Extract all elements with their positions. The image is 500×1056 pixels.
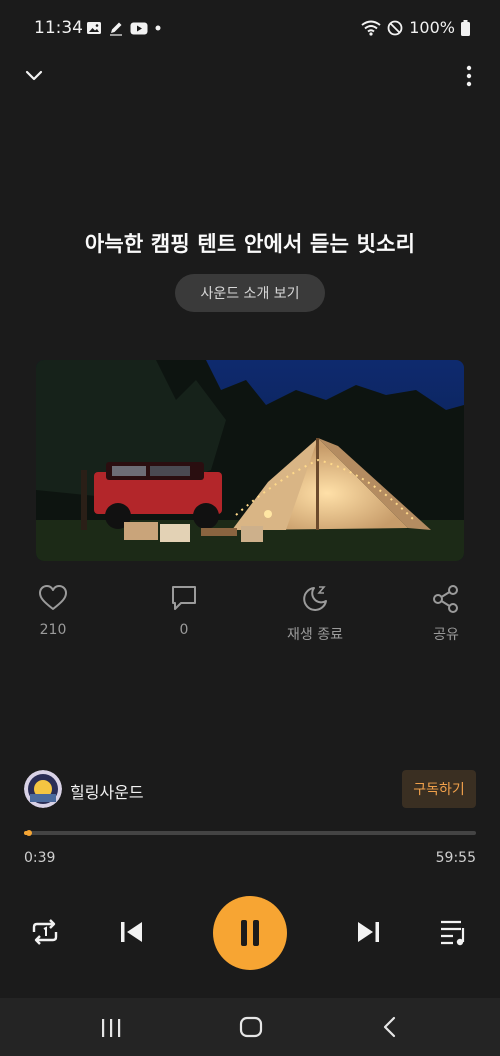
back-icon[interactable] (382, 1016, 398, 1038)
sound-intro-button[interactable]: 사운드 소개 보기 (175, 274, 325, 312)
home-icon[interactable] (239, 1016, 263, 1038)
system-nav-bar (0, 998, 500, 1056)
comment-count: 0 (179, 622, 189, 638)
youtube-icon (130, 22, 148, 34)
pause-button[interactable] (213, 896, 287, 970)
wifi-icon (361, 20, 381, 36)
image-icon (87, 22, 101, 34)
skip-previous-icon[interactable] (119, 920, 145, 944)
action-row: 210 0 재생 종료 공유 (0, 584, 500, 644)
comment-button[interactable]: 0 (134, 584, 234, 638)
total-time: 59:55 (435, 850, 476, 866)
chevron-down-icon[interactable] (22, 64, 46, 88)
notification-icons (86, 20, 162, 36)
share-label: 공유 (433, 627, 459, 643)
sleep-timer-button[interactable]: 재생 종료 (265, 584, 365, 644)
battery-icon (461, 19, 470, 36)
progress-bar[interactable] (24, 826, 476, 838)
like-count: 210 (39, 622, 67, 638)
status-time: 11:34 (34, 18, 83, 38)
sleep-timer-label: 재생 종료 (287, 627, 343, 643)
progress-track (24, 831, 476, 835)
recent-apps-icon[interactable] (100, 1018, 122, 1038)
share-button[interactable]: 공유 (396, 584, 496, 644)
playback-controls (0, 896, 500, 970)
playlist-icon[interactable] (439, 918, 469, 946)
comment-icon (172, 586, 196, 610)
channel-name[interactable]: 힐링사운드 (70, 779, 144, 803)
battery-percent: 100% (409, 18, 455, 37)
status-right: 100% (361, 18, 470, 37)
skip-next-icon[interactable] (355, 920, 381, 944)
pause-icon (241, 920, 259, 946)
pen-icon (110, 22, 122, 36)
share-icon (433, 585, 458, 613)
avatar[interactable] (24, 770, 62, 808)
dnd-icon (387, 20, 403, 35)
camping-tent-image (36, 360, 464, 561)
progress-thumb[interactable] (26, 830, 32, 836)
moon-icon (303, 586, 327, 611)
subscribe-button[interactable]: 구독하기 (402, 770, 476, 808)
more-vert-icon[interactable] (462, 64, 476, 88)
current-time: 0:39 (24, 850, 56, 866)
like-button[interactable]: 210 (3, 584, 103, 638)
player-top-bar (0, 60, 500, 92)
dot-icon (155, 25, 161, 31)
repeat-icon[interactable] (30, 918, 60, 946)
track-title: 아늑한 캠핑 텐트 안에서 듣는 빗소리 (84, 232, 416, 256)
channel-row: 힐링사운드 구독하기 (24, 770, 476, 808)
status-bar: 11:34 100% (0, 0, 500, 60)
heart-icon (39, 585, 67, 610)
